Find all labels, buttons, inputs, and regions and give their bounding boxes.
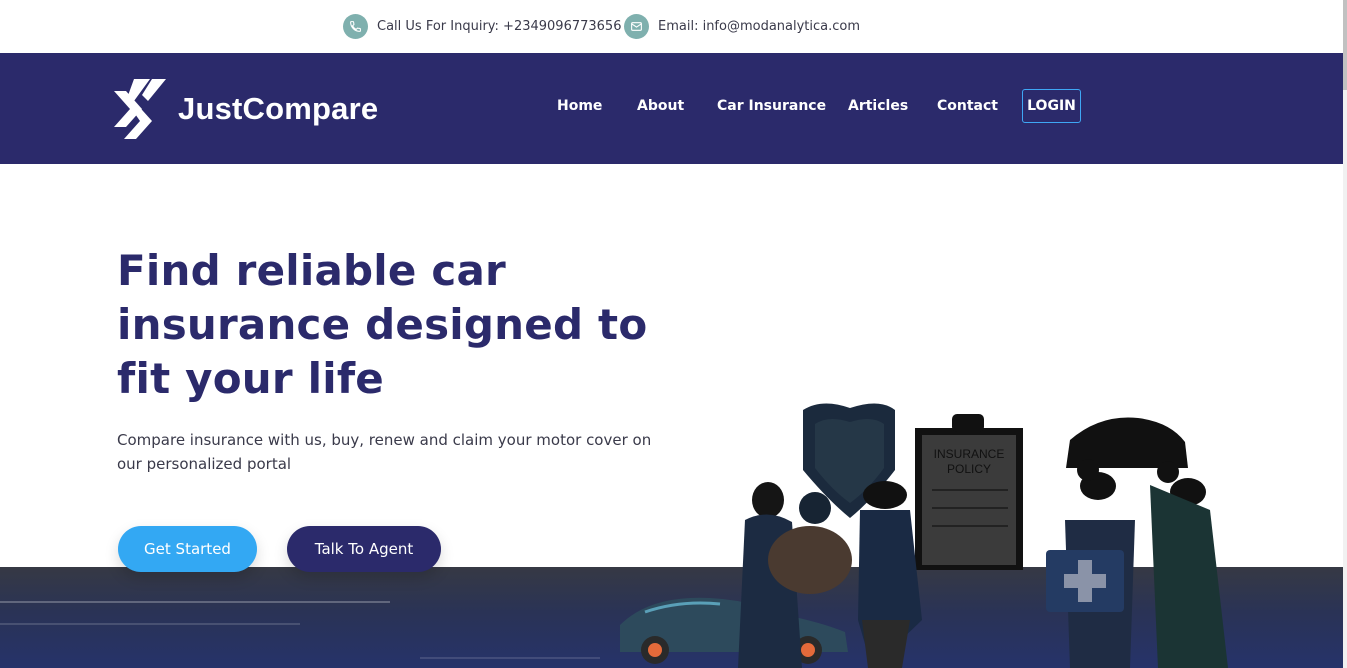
nav-about[interactable]: About (637, 98, 684, 114)
page: Call Us For Inquiry: +2349096773656 Emai… (0, 0, 1347, 668)
mail-icon (624, 14, 649, 39)
scrollbar-thumb[interactable] (1343, 0, 1347, 90)
logo[interactable]: JustCompare (112, 77, 378, 141)
phone-contact[interactable]: Call Us For Inquiry: +2349096773656 (343, 14, 621, 39)
talk-to-agent-button[interactable]: Talk To Agent (287, 526, 441, 572)
svg-text:POLICY: POLICY (947, 462, 991, 476)
insurance-policy-clipboard: INSURANCE POLICY (915, 414, 1023, 570)
phone-icon (343, 14, 368, 39)
main-header: JustCompare Home About Car Insurance Art… (0, 53, 1343, 164)
sports-car-image (620, 597, 848, 664)
hero-title: Find reliable car insurance designed to … (117, 246, 648, 403)
top-contact-bar: Call Us For Inquiry: +2349096773656 Emai… (0, 0, 1343, 53)
page-scrollbar[interactable] (1343, 0, 1347, 668)
email-text: Email: info@modanalytica.com (658, 19, 861, 34)
nav-car-insurance[interactable]: Car Insurance (717, 98, 826, 114)
hero-subtitle: Compare insurance with us, buy, renew an… (117, 431, 652, 473)
nav-contact[interactable]: Contact (937, 98, 998, 114)
logo-icon (114, 79, 166, 139)
login-button[interactable]: LOGIN (1022, 89, 1081, 123)
svg-text:INSURANCE: INSURANCE (934, 447, 1005, 461)
nav-home[interactable]: Home (557, 98, 602, 114)
hero-illustration: INSURANCE POLICY (620, 403, 1228, 668)
nav-articles[interactable]: Articles (848, 98, 908, 114)
email-contact[interactable]: Email: info@modanalytica.com (624, 14, 860, 39)
person-man-image (858, 481, 922, 668)
phone-text: Call Us For Inquiry: +2349096773656 (377, 19, 622, 34)
get-started-button[interactable]: Get Started (118, 526, 257, 572)
person-medic-image (1046, 472, 1135, 668)
logo-text: JustCompare (178, 91, 379, 126)
